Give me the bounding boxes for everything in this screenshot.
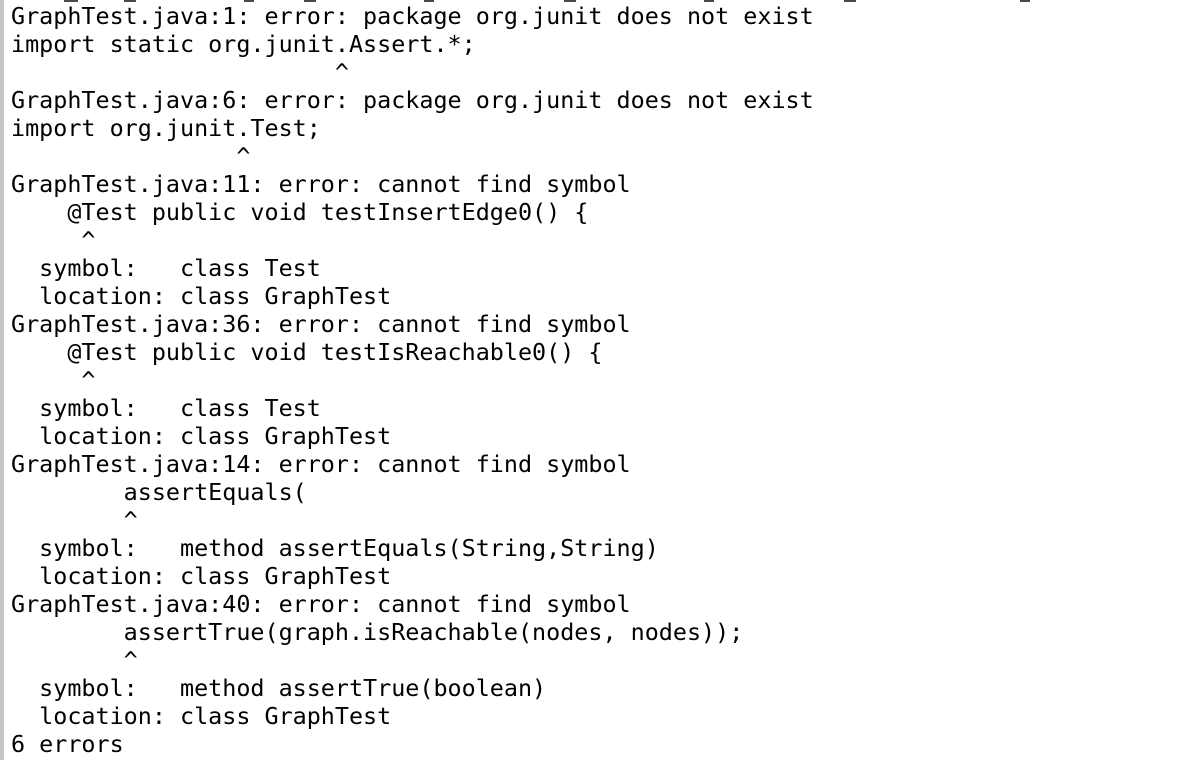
source-line: assertTrue(graph.isReachable(nodes, node… [11,618,744,646]
source-line: import org.junit.Test; [11,114,321,142]
source-line: import static org.junit.Assert.*; [11,30,476,58]
location-detail: location: class GraphTest [11,282,392,310]
caret-marker: ^ [11,226,96,254]
source-line: assertEquals( [11,478,307,506]
error-header: GraphTest.java:40: error: cannot find sy… [11,590,631,618]
terminal-window[interactable]: GraphTest.java:1: error: package org.jun… [0,0,1192,760]
caret-marker: ^ [11,506,138,534]
symbol-detail: symbol: class Test [11,394,321,422]
source-line: @Test public void testIsReachable0() { [11,338,603,366]
symbol-detail: symbol: class Test [11,254,321,282]
symbol-detail: symbol: method assertTrue(boolean) [11,674,547,702]
caret-marker: ^ [11,142,251,170]
error-header: GraphTest.java:6: error: package org.jun… [11,86,814,114]
caret-marker: ^ [11,646,138,674]
source-line: @Test public void testInsertEdge0() { [11,198,589,226]
location-detail: location: class GraphTest [11,702,392,730]
error-count: 6 errors [11,730,124,758]
location-detail: location: class GraphTest [11,562,392,590]
caret-marker: ^ [11,366,96,394]
error-header: GraphTest.java:11: error: cannot find sy… [11,170,631,198]
location-detail: location: class GraphTest [11,422,392,450]
error-header: GraphTest.java:36: error: cannot find sy… [11,310,631,338]
error-header: GraphTest.java:14: error: cannot find sy… [11,450,631,478]
symbol-detail: symbol: method assertEquals(String,Strin… [11,534,659,562]
caret-marker: ^ [11,58,349,86]
compiler-output: GraphTest.java:1: error: package org.jun… [11,2,814,758]
error-header: GraphTest.java:1: error: package org.jun… [11,2,814,30]
